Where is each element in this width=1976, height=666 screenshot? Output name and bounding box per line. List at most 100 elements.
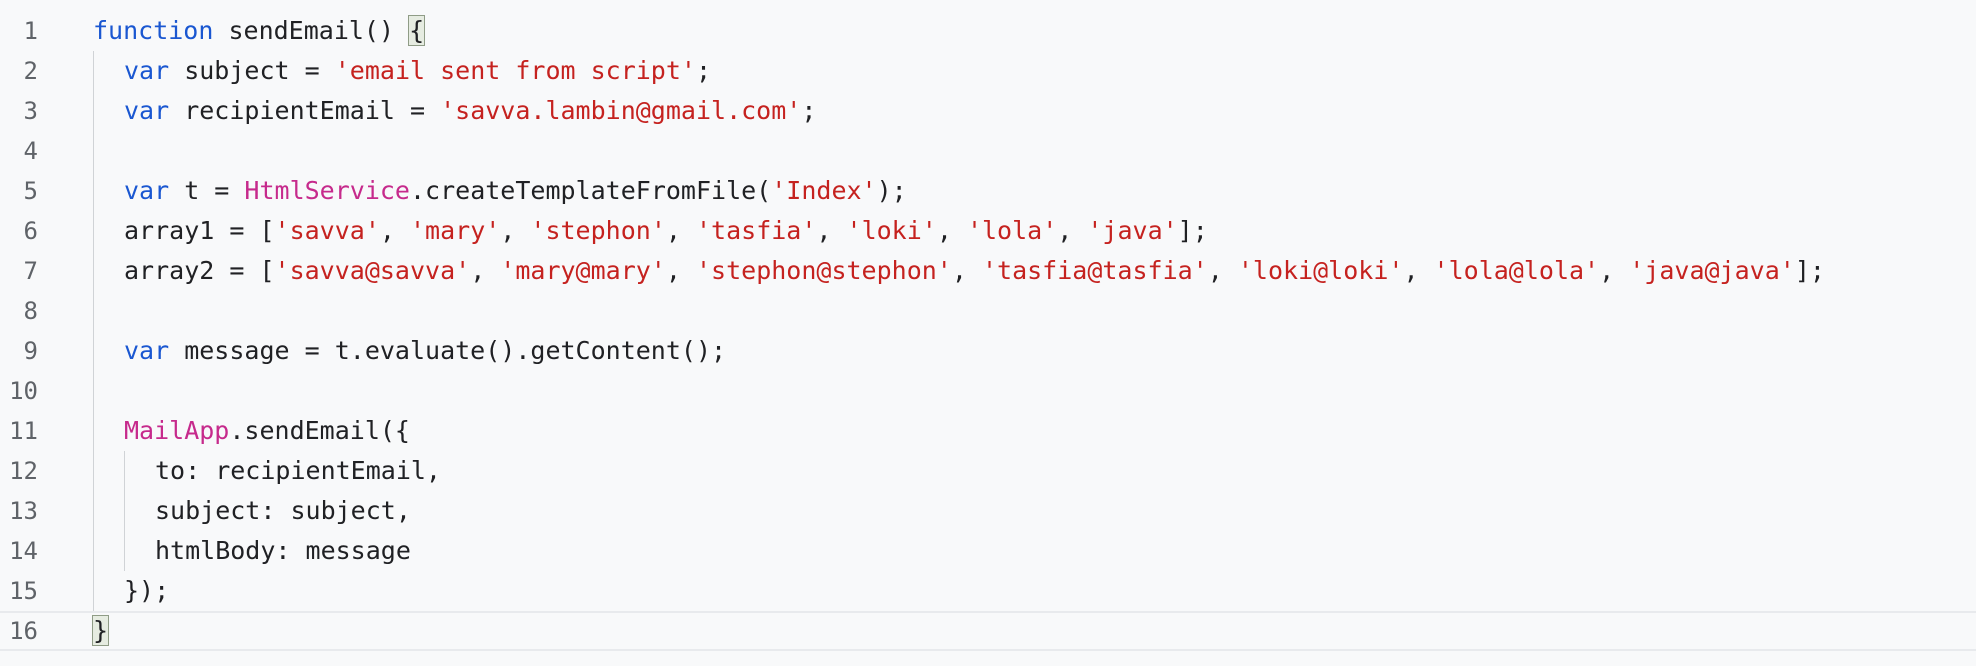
code-line[interactable]: 9 var message = t.evaluate().getContent()… — [0, 331, 1976, 371]
code-token: , — [665, 216, 696, 245]
code-token: 'tasfia@tasfia' — [981, 256, 1208, 285]
code-token: 'tasfia' — [695, 216, 817, 245]
code-token: var — [124, 176, 170, 205]
code-editor[interactable]: 1 function sendEmail() { 2 var subject = 'e… — [0, 0, 1976, 666]
code-token: , — [665, 256, 696, 285]
code-line[interactable]: 13 subject: subject, — [0, 491, 1976, 531]
matched-bracket: } — [91, 615, 110, 646]
code-text: array1 = ['savva', 'mary', 'stephon', 't… — [124, 211, 1208, 251]
code-line[interactable]: 14 htmlBody: message — [0, 531, 1976, 571]
code-token: , — [379, 216, 410, 245]
indent-guide — [93, 51, 94, 611]
line-number: 11 — [9, 417, 38, 445]
line-number: 15 — [9, 577, 38, 605]
code-token: subject = — [169, 56, 335, 85]
code-line[interactable]: 6 array1 = ['savva', 'mary', 'stephon', '… — [0, 211, 1976, 251]
code-token: 'lola@lola' — [1433, 256, 1600, 285]
code-token: , — [816, 216, 847, 245]
code-text: } — [91, 613, 110, 649]
code-line[interactable]: 1 function sendEmail() { — [0, 11, 1976, 51]
code-line[interactable]: 7 array2 = ['savva@savva', 'mary@mary', '… — [0, 251, 1976, 291]
code-line[interactable]: 4 — [0, 131, 1976, 171]
code-token: , — [951, 256, 982, 285]
code-token: , — [500, 216, 531, 245]
code-token: to: recipientEmail, — [155, 456, 441, 485]
code-token: 'savva' — [274, 216, 380, 245]
line-number: 5 — [23, 177, 38, 205]
code-line[interactable]: 8 — [0, 291, 1976, 331]
line-number: 4 — [23, 137, 38, 165]
code-token: var — [124, 56, 170, 85]
code-token: ]; — [1794, 256, 1825, 285]
code-line[interactable]: 2 var subject = 'email sent from script'; — [0, 51, 1976, 91]
code-token: 'loki@loki' — [1237, 256, 1404, 285]
code-text: to: recipientEmail, — [155, 451, 441, 491]
code-token: 'mary' — [409, 216, 501, 245]
code-line[interactable]: 3 var recipientEmail = 'savva.lambin@gmai… — [0, 91, 1976, 131]
code-token: 'mary@mary' — [500, 256, 666, 285]
code-token: .createTemplateFromFile( — [410, 176, 772, 205]
code-token: var — [124, 336, 170, 365]
code-text: var message = t.evaluate().getContent(); — [124, 331, 726, 371]
code-token: ); — [876, 176, 907, 205]
code-text: subject: subject, — [155, 491, 411, 531]
code-text: array2 = ['savva@savva', 'mary@mary', 's… — [124, 251, 1825, 291]
code-text: htmlBody: message — [155, 531, 411, 571]
code-token: , — [1207, 256, 1238, 285]
line-number: 14 — [9, 537, 38, 565]
code-token: 'lola' — [966, 216, 1058, 245]
code-line[interactable]: 11 MailApp.sendEmail({ — [0, 411, 1976, 451]
code-line[interactable]: 10 — [0, 371, 1976, 411]
line-number: 12 — [9, 457, 38, 485]
line-number: 1 — [23, 17, 38, 45]
code-token: t = — [169, 176, 245, 205]
code-token: htmlBody: message — [155, 536, 411, 565]
code-token: 'loki' — [846, 216, 937, 245]
code-token: 'stephon@stephon' — [695, 256, 952, 285]
line-number: 9 — [23, 337, 38, 365]
code-token: ]; — [1177, 216, 1208, 245]
code-text: }); — [124, 571, 169, 611]
code-token: 'savva.lambin@gmail.com' — [440, 96, 802, 125]
line-number: 2 — [23, 57, 38, 85]
code-token: .sendEmail({ — [229, 416, 410, 445]
code-token: recipientEmail = — [169, 96, 441, 125]
line-number: 7 — [23, 257, 38, 285]
code-token: HtmlService — [244, 176, 410, 205]
code-token: 'stephon' — [530, 216, 666, 245]
code-text: MailApp.sendEmail({ — [124, 411, 410, 451]
line-number: 16 — [9, 617, 38, 645]
code-text: function sendEmail() { — [93, 11, 426, 51]
code-token: , — [1403, 256, 1434, 285]
code-token: , — [470, 256, 501, 285]
indent-guide — [124, 451, 125, 571]
code-token: }); — [124, 576, 170, 605]
matched-bracket: { — [408, 15, 426, 46]
code-token: sendEmail() — [213, 16, 410, 45]
code-token: , — [1057, 216, 1088, 245]
code-token: , — [1599, 256, 1630, 285]
code-line[interactable]: 15}); — [0, 571, 1976, 611]
code-text: var subject = 'email sent from script'; — [124, 51, 711, 91]
code-line[interactable]: 12 to: recipientEmail, — [0, 451, 1976, 491]
code-token: ; — [801, 96, 817, 125]
line-number: 6 — [23, 217, 38, 245]
code-text: var t = HtmlService.createTemplateFromFi… — [124, 171, 907, 211]
code-token: 'savva@savva' — [274, 256, 471, 285]
code-token: ; — [695, 56, 712, 85]
code-token: array2 = [ — [124, 256, 275, 285]
line-number: 10 — [9, 377, 38, 405]
code-token: MailApp — [124, 416, 230, 445]
line-number: 8 — [23, 297, 38, 325]
code-line[interactable]: 16} — [0, 611, 1976, 651]
code-line[interactable]: 5 var t = HtmlService.createTemplateFromF… — [0, 171, 1976, 211]
code-token: 'email sent from script' — [334, 56, 696, 85]
code-token: array1 = [ — [124, 216, 275, 245]
code-token: var — [124, 96, 170, 125]
code-token: subject: subject, — [155, 496, 411, 525]
line-number: 3 — [23, 97, 38, 125]
line-number: 13 — [9, 497, 38, 525]
code-token: 'Index' — [771, 176, 877, 205]
code-token: , — [936, 216, 967, 245]
code-token: 'java@java' — [1629, 256, 1795, 285]
